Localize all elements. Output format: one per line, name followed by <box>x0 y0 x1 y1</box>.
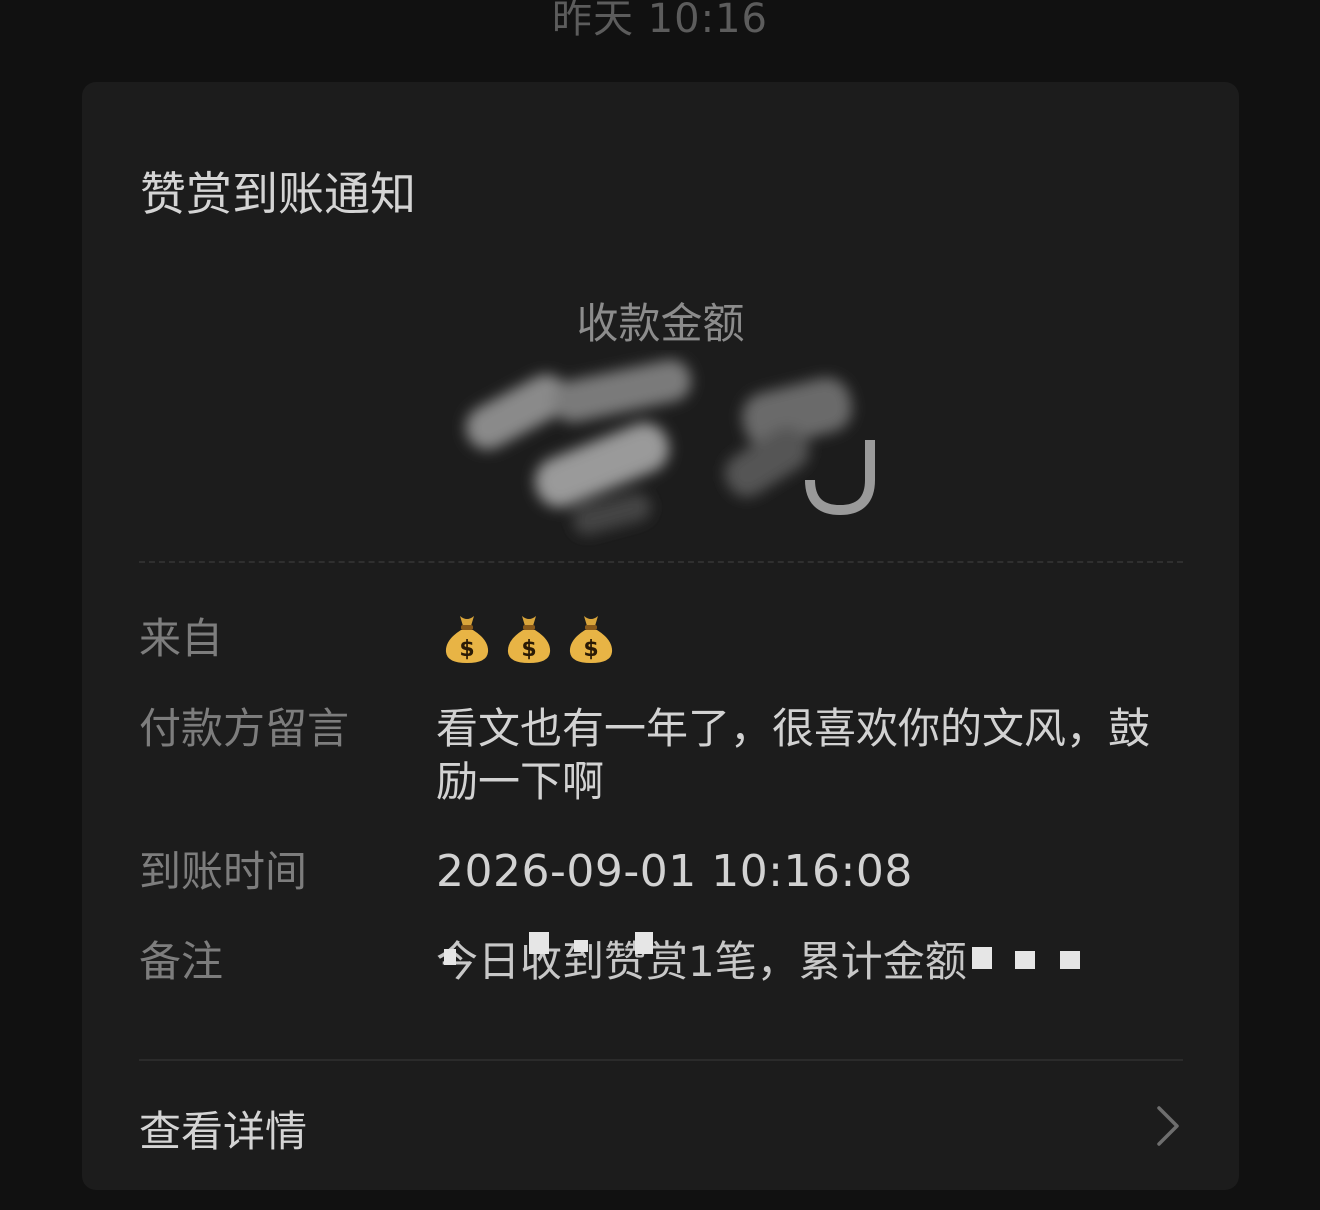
svg-text:$: $ <box>459 637 474 662</box>
redaction-mark <box>574 940 588 952</box>
from-label: 来自 <box>139 614 224 663</box>
money-bag-icon: $ <box>569 616 613 663</box>
view-details-link[interactable]: 查看详情 <box>139 1092 1183 1162</box>
arrival-time-label: 到账时间 <box>139 847 308 896</box>
note-label: 备注 <box>139 937 224 986</box>
redaction-mark <box>1015 951 1035 969</box>
redaction-mark <box>1060 951 1080 969</box>
message-value: 看文也有一年了，很喜欢你的文风，鼓励一下啊 <box>436 704 1151 806</box>
footer-divider <box>139 1059 1183 1061</box>
svg-text:$: $ <box>583 637 598 662</box>
note-value: 今日收到赞赏1笔，累计金额 <box>436 932 1176 988</box>
blurred-amount <box>465 359 875 535</box>
message-label: 付款方留言 <box>139 704 350 753</box>
svg-text:$: $ <box>521 637 536 662</box>
redaction-mark <box>972 947 992 969</box>
amount-label: 收款金额 <box>576 299 745 348</box>
message-timestamp: 昨天 10:16 <box>552 0 768 42</box>
card-title: 赞赏到账通知 <box>140 167 416 221</box>
chevron-right-icon <box>1157 1106 1179 1146</box>
redaction-mark <box>529 932 549 954</box>
redaction-mark <box>444 949 456 965</box>
money-bag-icon: $ <box>507 616 551 663</box>
note-text: 今日收到赞赏1笔，累计金额 <box>436 937 967 986</box>
view-details-label: 查看详情 <box>139 1107 308 1156</box>
arrival-time-value: 2026-09-01 10:16:08 <box>436 846 913 897</box>
page: 昨天 10:16 赞赏到账通知 收款金额 来自 $ $ $ 付款方留言 看文也有… <box>0 0 1320 1210</box>
money-bag-icon: $ <box>445 616 489 663</box>
redaction-mark <box>635 932 653 954</box>
reward-notification-card[interactable]: 赞赏到账通知 收款金额 来自 $ $ $ 付款方留言 看文也有一年了，很喜欢你的… <box>82 82 1239 1190</box>
note-row: 备注 今日收到赞赏1笔，累计金额 <box>139 932 1183 988</box>
amount-divider <box>139 561 1183 563</box>
from-value: $ $ $ <box>436 612 1176 664</box>
